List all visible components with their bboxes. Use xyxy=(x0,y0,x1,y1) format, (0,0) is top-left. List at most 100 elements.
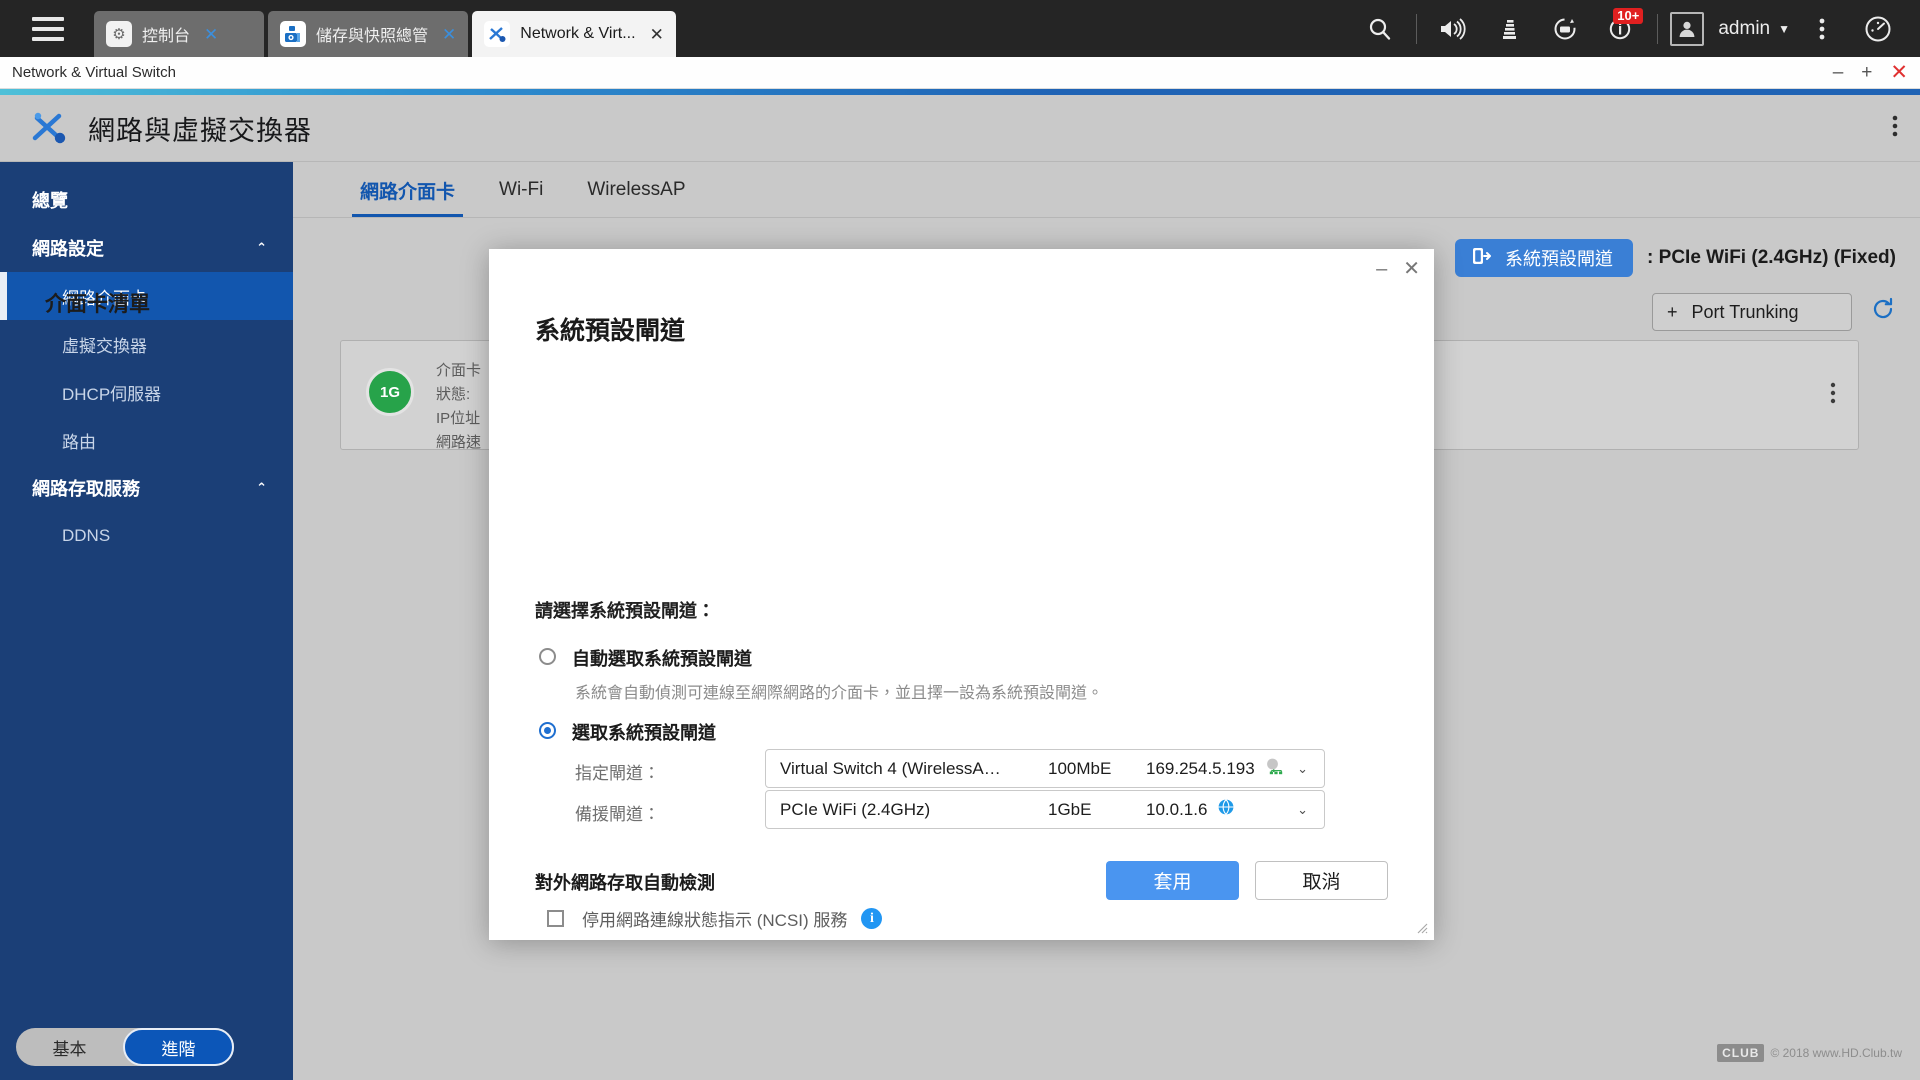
nic-speed-label: 網路速 xyxy=(436,431,481,455)
tab-underline xyxy=(293,217,1920,218)
chevron-down-icon[interactable]: ⌄ xyxy=(1297,802,1308,818)
page-tabs: 網路介面卡 Wi-Fi WirelessAP xyxy=(293,162,1920,218)
ncsi-section-title: 對外網路存取自動檢測 xyxy=(535,869,715,895)
action-row: + Port Trunking xyxy=(1652,293,1896,331)
close-icon[interactable]: ✕ xyxy=(1890,62,1908,83)
gear-icon: ⚙ xyxy=(106,21,132,47)
radio-button[interactable] xyxy=(539,722,556,739)
chevron-up-icon: ⌃ xyxy=(256,240,267,256)
dashboard-gauge-icon[interactable] xyxy=(1850,0,1906,57)
ncsi-checkbox-label: 停用網路連線狀態指示 (NCSI) 服務 xyxy=(582,906,847,931)
ncsi-row: 停用網路連線狀態指示 (NCSI) 服務 i xyxy=(547,906,882,931)
search-icon[interactable] xyxy=(1352,0,1408,57)
radio-button[interactable] xyxy=(539,648,556,665)
backup-gateway-select[interactable]: PCIe WiFi (2.4GHz) 1GbE 10.0.1.6 ⌄ xyxy=(765,790,1325,829)
kebab-menu-icon[interactable] xyxy=(1830,381,1836,410)
storage-icon xyxy=(280,21,306,47)
gateway-ip: 169.254.5.193 xyxy=(1146,759,1255,779)
plus-icon: + xyxy=(1667,302,1678,323)
sidebar-item-network-settings[interactable]: 網路設定 ⌃ xyxy=(0,224,293,272)
sidebar-item-ddns[interactable]: DDNS xyxy=(0,512,293,560)
close-icon[interactable]: ✕ xyxy=(1403,259,1420,279)
sidebar-item-dhcp-server[interactable]: DHCP伺服器 xyxy=(0,368,293,416)
close-icon[interactable]: ✕ xyxy=(442,26,456,43)
avatar xyxy=(1670,12,1704,46)
gateway-ip: 10.0.1.6 xyxy=(1146,800,1207,820)
chevron-down-icon[interactable]: ⌄ xyxy=(1297,761,1308,777)
network-local-icon xyxy=(1265,757,1283,780)
dialog-window-controls: – ✕ xyxy=(1376,259,1420,279)
window-controls: – + ✕ xyxy=(1833,62,1920,83)
close-icon[interactable]: ✕ xyxy=(204,26,218,43)
notifications-badge: 10+ xyxy=(1613,8,1643,24)
gateway-speed: 1GbE xyxy=(1048,800,1146,820)
interface-list-title: 介面卡清單 xyxy=(45,288,150,318)
nic-ip-label: IP位址 xyxy=(436,407,481,431)
tab-wirelessap[interactable]: WirelessAP xyxy=(565,162,707,218)
background-tasks-icon[interactable] xyxy=(1481,0,1537,57)
taskbar-tab-control-panel[interactable]: ⚙ 控制台 ✕ xyxy=(94,11,264,57)
mode-switch[interactable]: 基本 進階 xyxy=(16,1028,234,1066)
gateway-bar: 系統預設閘道 : PCIe WiFi (2.4GHz) (Fixed) xyxy=(1455,239,1896,277)
minimize-icon[interactable]: – xyxy=(1833,63,1844,82)
maximize-icon[interactable]: + xyxy=(1861,63,1872,82)
system-default-gateway-dialog: – ✕ 系統預設閘道 請選擇系統預設閘道： 自動選取系統預設閘道 系統會自動偵測… xyxy=(489,249,1434,940)
close-icon[interactable]: ✕ xyxy=(650,26,664,43)
sidebar-item-label: 網路存取服務 xyxy=(32,475,140,501)
dialog-title: 系統預設閘道 xyxy=(535,311,685,347)
backup-gateway-label: 備援閘道： xyxy=(575,800,660,825)
volume-icon[interactable] xyxy=(1425,0,1481,57)
sidebar-item-routing[interactable]: 路由 xyxy=(0,416,293,464)
user-name: admin xyxy=(1718,18,1770,40)
refresh-icon[interactable] xyxy=(1870,296,1896,329)
ncsi-checkbox[interactable] xyxy=(547,910,564,927)
radio-label: 選取系統預設閘道 xyxy=(572,719,716,745)
watermark-text: © 2018 www.HD.Club.tw xyxy=(1770,1046,1902,1060)
window-title-bar: Network & Virtual Switch – + ✕ xyxy=(0,57,1920,89)
system-default-gateway-button[interactable]: 系統預設閘道 xyxy=(1455,239,1633,277)
taskbar-tabs: ⚙ 控制台 ✕ 儲存與快照總管 ✕ xyxy=(94,0,676,57)
port-trunking-button[interactable]: + Port Trunking xyxy=(1652,293,1852,331)
tab-network-interfaces[interactable]: 網路介面卡 xyxy=(338,162,477,218)
mode-switch-advanced[interactable]: 進階 xyxy=(123,1028,234,1066)
sidebar-item-label: 網路設定 xyxy=(32,235,104,261)
external-device-icon[interactable] xyxy=(1537,0,1593,57)
divider xyxy=(1657,14,1658,44)
taskbar-tab-storage[interactable]: 儲存與快照總管 ✕ xyxy=(268,11,468,57)
taskbar-tab-network-virtual-switch[interactable]: Network & Virt... ✕ xyxy=(472,11,676,57)
radio-auto-gateway-description: 系統會自動偵測可連線至網際網路的介面卡，並且擇一設為系統預設閘道。 xyxy=(575,679,1395,703)
gateway-separator: : xyxy=(1647,247,1653,268)
port-trunking-label: Port Trunking xyxy=(1692,302,1799,323)
sidebar-item-network-access-services[interactable]: 網路存取服務 ⌃ xyxy=(0,464,293,512)
gateway-value: : PCIe WiFi (2.4GHz) (Fixed) xyxy=(1647,247,1896,269)
hamburger-icon[interactable] xyxy=(18,0,78,57)
kebab-menu-icon[interactable] xyxy=(1892,114,1898,143)
kebab-menu-icon[interactable] xyxy=(1794,0,1850,57)
taskbar-tab-label: 控制台 xyxy=(142,22,190,46)
gateway-speed: 100MbE xyxy=(1048,759,1146,779)
designated-gateway-select[interactable]: Virtual Switch 4 (WirelessA… 100MbE 169.… xyxy=(765,749,1325,788)
radio-manual-gateway[interactable]: 選取系統預設閘道 xyxy=(539,719,716,745)
hamburger-bar xyxy=(32,27,64,31)
gateway-badge-label: 系統預設閘道 xyxy=(1505,245,1613,271)
chevron-up-icon: ⌃ xyxy=(256,480,267,496)
taskbar-tab-label: 儲存與快照總管 xyxy=(316,22,428,46)
dialog-resize-handle[interactable] xyxy=(1414,920,1428,934)
sidebar-item-label: 路由 xyxy=(62,428,96,453)
sidebar-item-overview[interactable]: 總覽 xyxy=(0,176,293,224)
apply-button[interactable]: 套用 xyxy=(1106,861,1239,900)
info-icon[interactable]: i xyxy=(861,908,882,929)
cancel-button[interactable]: 取消 xyxy=(1255,861,1388,900)
user-menu[interactable]: admin ▼ xyxy=(1666,12,1794,46)
notifications-icon[interactable]: 10+ xyxy=(1593,0,1649,57)
gateway-name: PCIe WiFi (2.4GHz) xyxy=(766,800,1048,820)
sidebar-item-virtual-switch[interactable]: 虛擬交換器 xyxy=(0,320,293,368)
minimize-icon[interactable]: – xyxy=(1376,259,1387,279)
nic-interface-label: 介面卡 xyxy=(436,359,481,383)
tab-wifi[interactable]: Wi-Fi xyxy=(477,162,565,218)
sidebar-item-label: 虛擬交換器 xyxy=(62,332,147,357)
radio-auto-gateway[interactable]: 自動選取系統預設閘道 xyxy=(539,645,752,671)
mode-switch-basic[interactable]: 基本 xyxy=(16,1028,123,1066)
app-header: 網路與虛擬交換器 xyxy=(0,95,1920,162)
chevron-down-icon: ▼ xyxy=(1778,22,1790,36)
